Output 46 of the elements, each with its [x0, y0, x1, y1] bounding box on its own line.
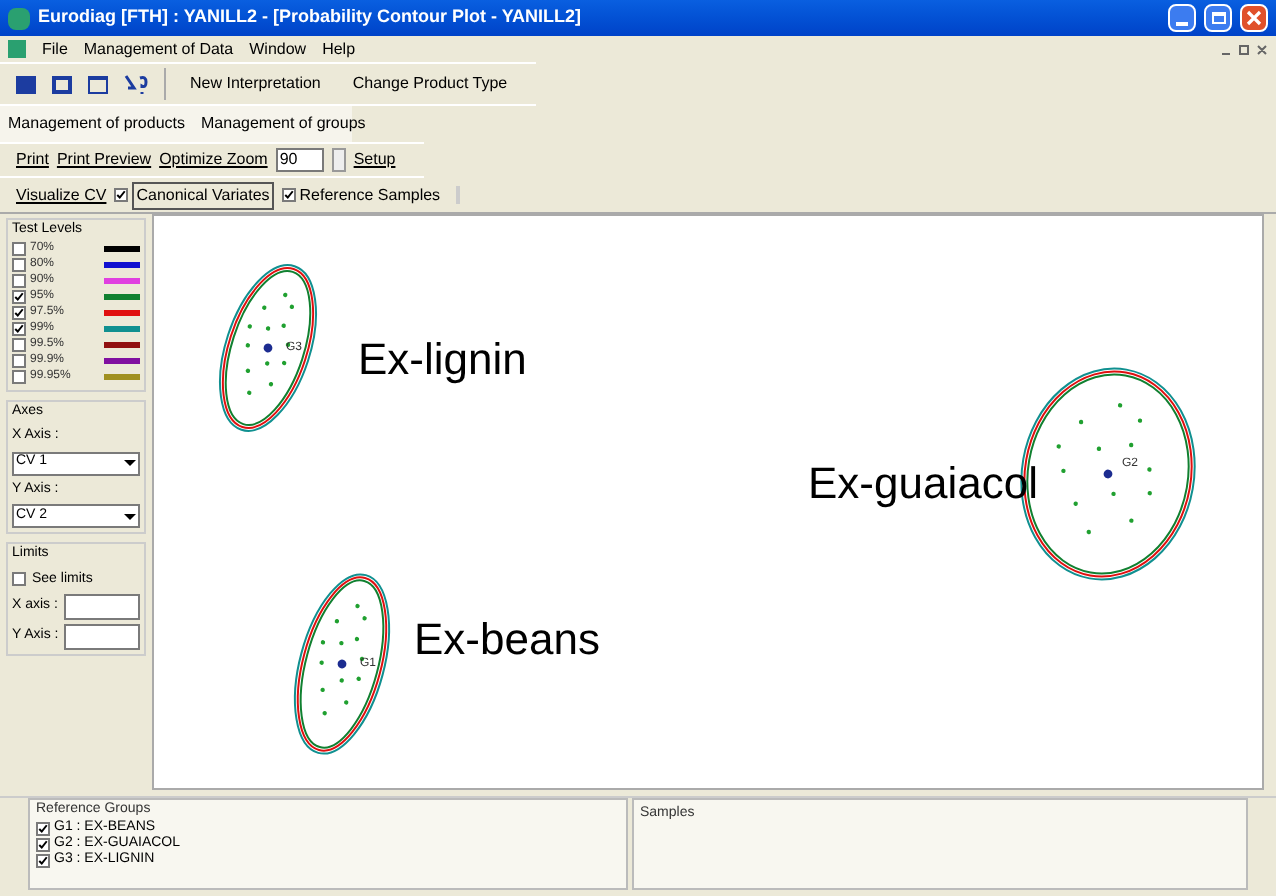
optimize-zoom-button[interactable]: Optimize Zoom: [159, 148, 268, 172]
checkbox-label: Canonical Variates: [132, 181, 274, 209]
group-label: Ex-lignin: [358, 338, 527, 382]
menu-item[interactable]: Help: [322, 37, 356, 61]
level-checkbox[interactable]: [12, 370, 26, 384]
level-checkbox[interactable]: [12, 306, 26, 320]
help-icon[interactable]: [124, 74, 148, 94]
tab[interactable]: Management of products: [8, 112, 185, 136]
app-icon: [8, 7, 30, 29]
print-button[interactable]: Print: [16, 148, 49, 172]
input-field[interactable]: [64, 594, 140, 620]
toolbar-button[interactable]: Change Product Type: [344, 72, 516, 96]
minimize-button[interactable]: [1168, 4, 1196, 32]
level-checkbox[interactable]: [12, 274, 26, 288]
input-field[interactable]: [64, 624, 140, 650]
menu-item[interactable]: File: [42, 37, 68, 61]
print-preview-button[interactable]: Print Preview: [56, 148, 152, 172]
dropdown-arrow-icon: [124, 460, 136, 466]
level-checkbox[interactable]: [12, 258, 26, 272]
dropdown-arrow-icon: [124, 513, 136, 519]
window-title: Eurodiag [FTH] : YANILL2 - [Probability Contour Plot - YANILL2]: [38, 4, 582, 31]
checkbox[interactable]: [114, 188, 129, 202]
visualize-label: Visualize CV: [16, 183, 107, 207]
level-checkbox[interactable]: [12, 322, 26, 336]
maximize-button[interactable]: [1204, 4, 1232, 32]
checkbox[interactable]: [281, 188, 296, 202]
mdi-controls-icon[interactable]: [1220, 43, 1268, 55]
close-icon: [1246, 10, 1262, 26]
level-checkbox[interactable]: [12, 354, 26, 368]
setup-button[interactable]: Setup: [353, 148, 396, 172]
zoom-field[interactable]: 90: [275, 148, 324, 172]
document-icon: [8, 40, 26, 58]
level-checkbox[interactable]: [12, 242, 26, 256]
group-checkbox[interactable]: [36, 838, 50, 852]
level-checkbox[interactable]: [12, 290, 26, 304]
level-checkbox[interactable]: [12, 338, 26, 352]
group-label: Ex-beans: [414, 618, 600, 662]
checkbox[interactable]: [12, 572, 26, 587]
menu-item[interactable]: Management of Data: [83, 37, 234, 61]
close-button[interactable]: [1240, 4, 1268, 32]
toolbar-button[interactable]: New Interpretation: [182, 72, 329, 96]
checkbox-label: Reference Samples: [299, 183, 441, 207]
tab[interactable]: Management of groups: [201, 112, 366, 136]
group-checkbox[interactable]: [36, 854, 50, 868]
menu-item[interactable]: Window: [249, 37, 307, 61]
group-checkbox[interactable]: [36, 822, 50, 836]
